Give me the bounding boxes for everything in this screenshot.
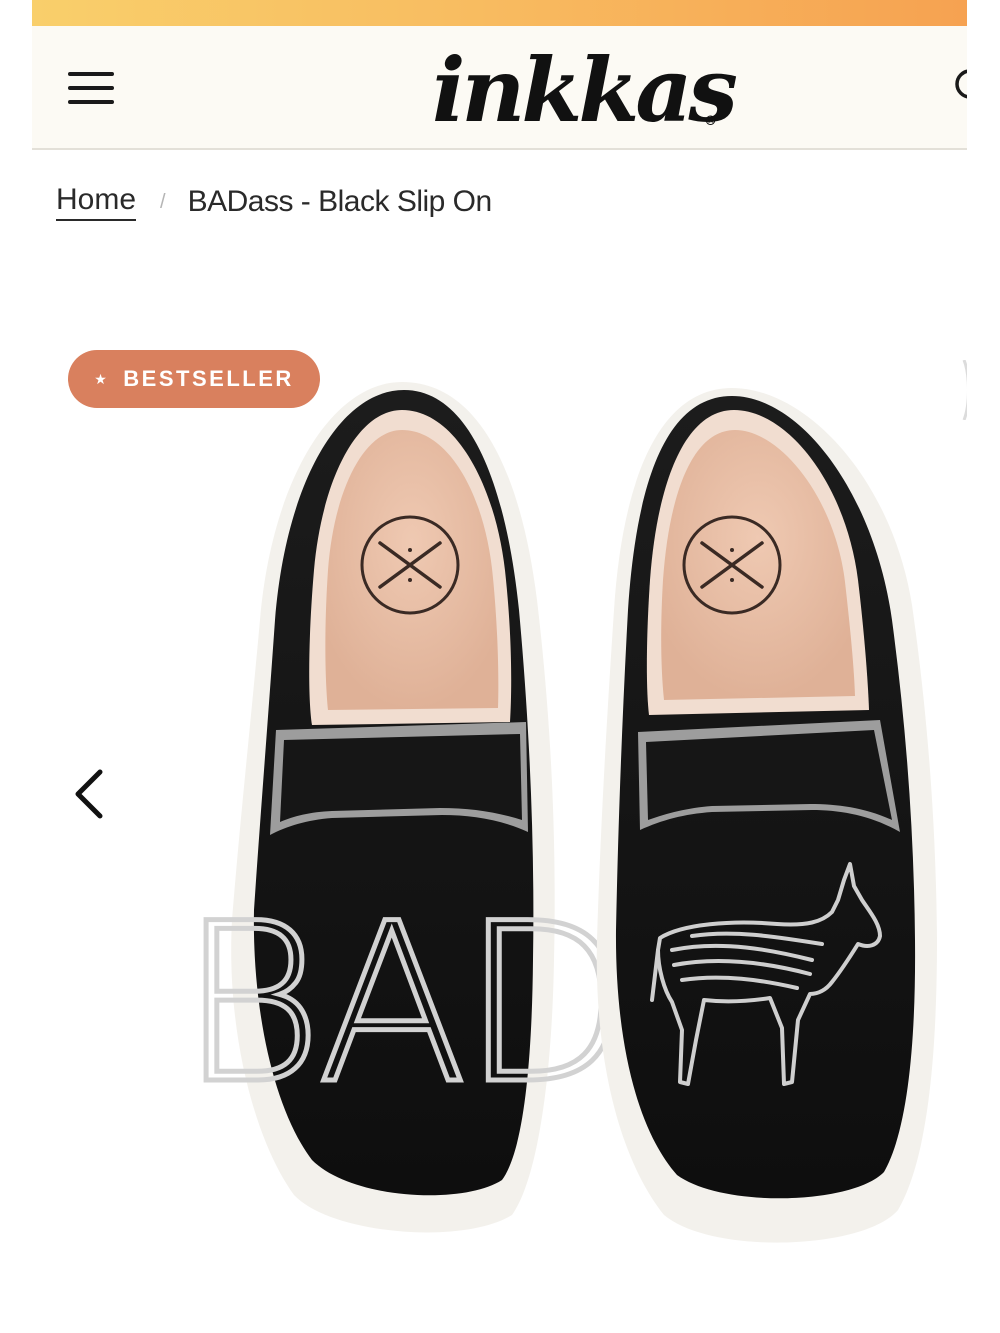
registered-mark: ® xyxy=(704,114,717,129)
breadcrumb-separator: / xyxy=(160,190,166,213)
product-gallery: BAD ★ BESTSELLER xyxy=(32,260,967,1333)
star-icon: ★ xyxy=(94,370,110,387)
brand-logo[interactable]: inkkas ® xyxy=(432,40,738,140)
page-frame: inkkas ® Home / BADass - Black Slip On B… xyxy=(32,0,967,1333)
breadcrumb: Home / BADass - Black Slip On xyxy=(56,182,492,222)
search-icon[interactable] xyxy=(950,66,967,106)
breadcrumb-home-link[interactable]: Home xyxy=(56,183,137,221)
badge-label: BESTSELLER xyxy=(123,366,294,391)
product-image: BAD xyxy=(177,382,937,1243)
promo-bar xyxy=(32,0,967,26)
next-image-peek[interactable] xyxy=(962,360,967,420)
left-shoe: BAD xyxy=(177,382,633,1233)
breadcrumb-current: BADass - Black Slip On xyxy=(187,185,493,218)
chevron-left-icon[interactable] xyxy=(66,760,112,824)
logo-text: inkkas xyxy=(432,38,738,142)
left-shoe-print: BAD xyxy=(179,876,625,1132)
site-header: inkkas ® xyxy=(32,26,967,150)
bestseller-badge: ★ BESTSELLER xyxy=(68,350,320,408)
hamburger-menu-icon[interactable] xyxy=(68,70,116,106)
right-shoe xyxy=(596,388,937,1243)
